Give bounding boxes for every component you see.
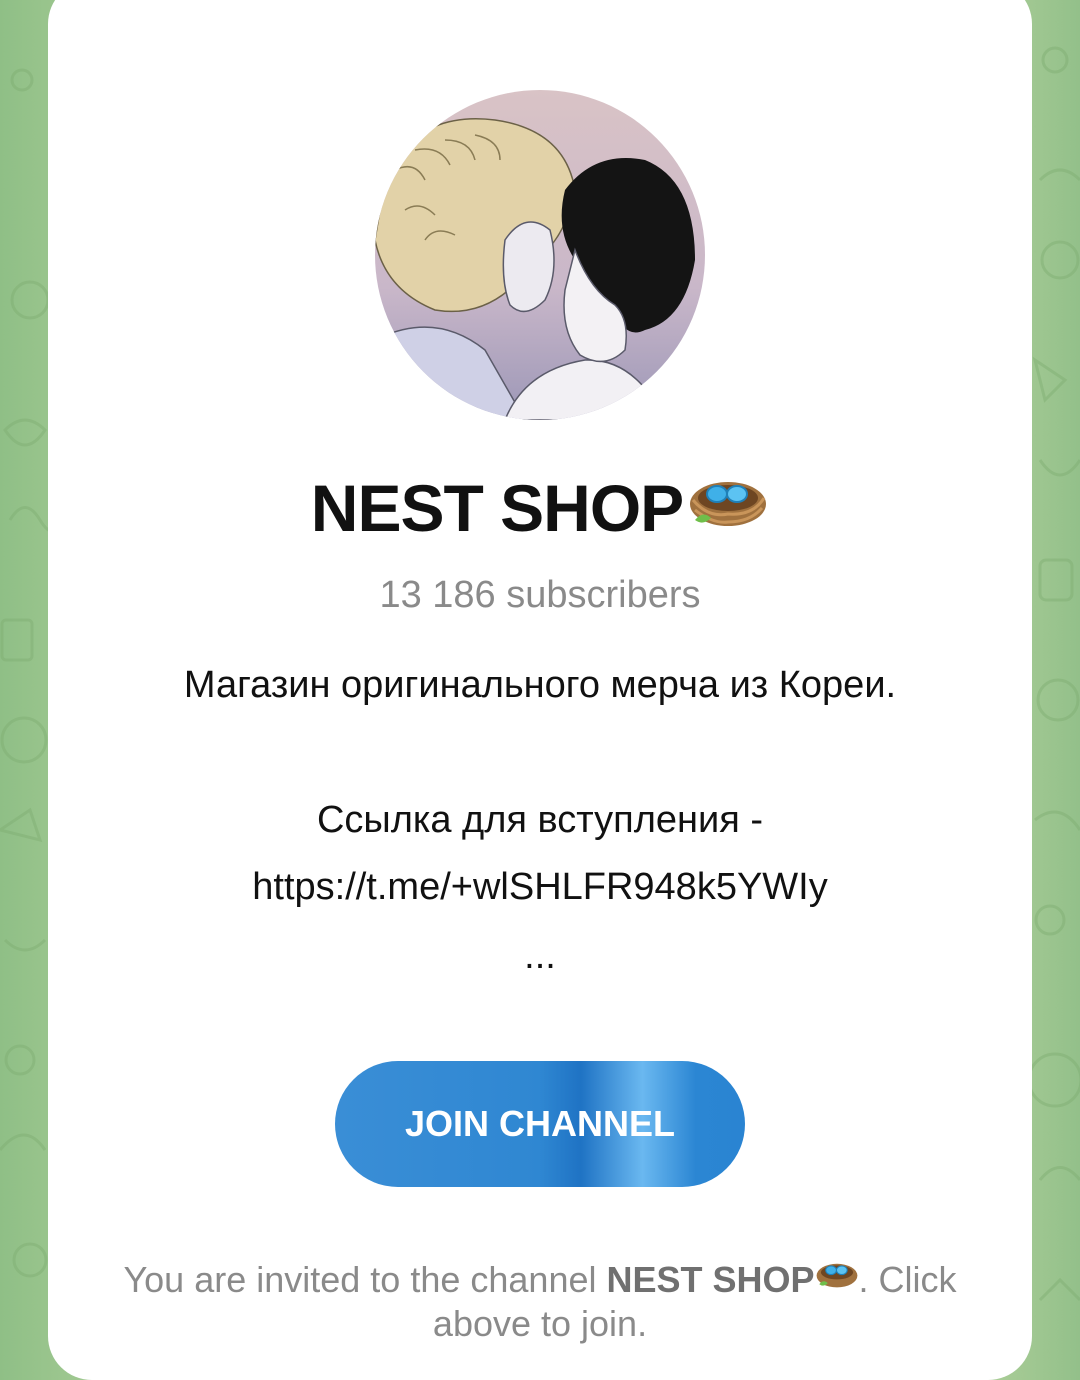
join-channel-button[interactable]: JOIN CHANNEL [335,1061,745,1187]
footer-prefix: You are invited to the channel [123,1259,607,1300]
footer-channel-name: NEST SHOP [606,1259,815,1300]
nest-emoji-icon [687,470,769,547]
footer-line2: above to join. [432,1303,648,1344]
nest-emoji-icon [815,1257,859,1301]
subscriber-count: 13 186 subscribers [379,574,701,616]
description-line: Ссылка для вступления - [316,799,764,841]
footer-suffix: . Click [858,1259,957,1300]
invite-footer-text: You are invited to the channel NEST SHOP… [90,1258,990,1346]
description-line: Магазин оригинального мерча из Кореи. [183,664,897,706]
description-more[interactable]: ... [0,935,1080,978]
channel-avatar [375,90,705,420]
channel-name: NEST SHOP [310,471,684,545]
channel-title: NEST SHOP [0,470,1080,547]
invite-link[interactable]: https://t.me/+wlSHLFR948k5YWIy [0,866,1080,909]
